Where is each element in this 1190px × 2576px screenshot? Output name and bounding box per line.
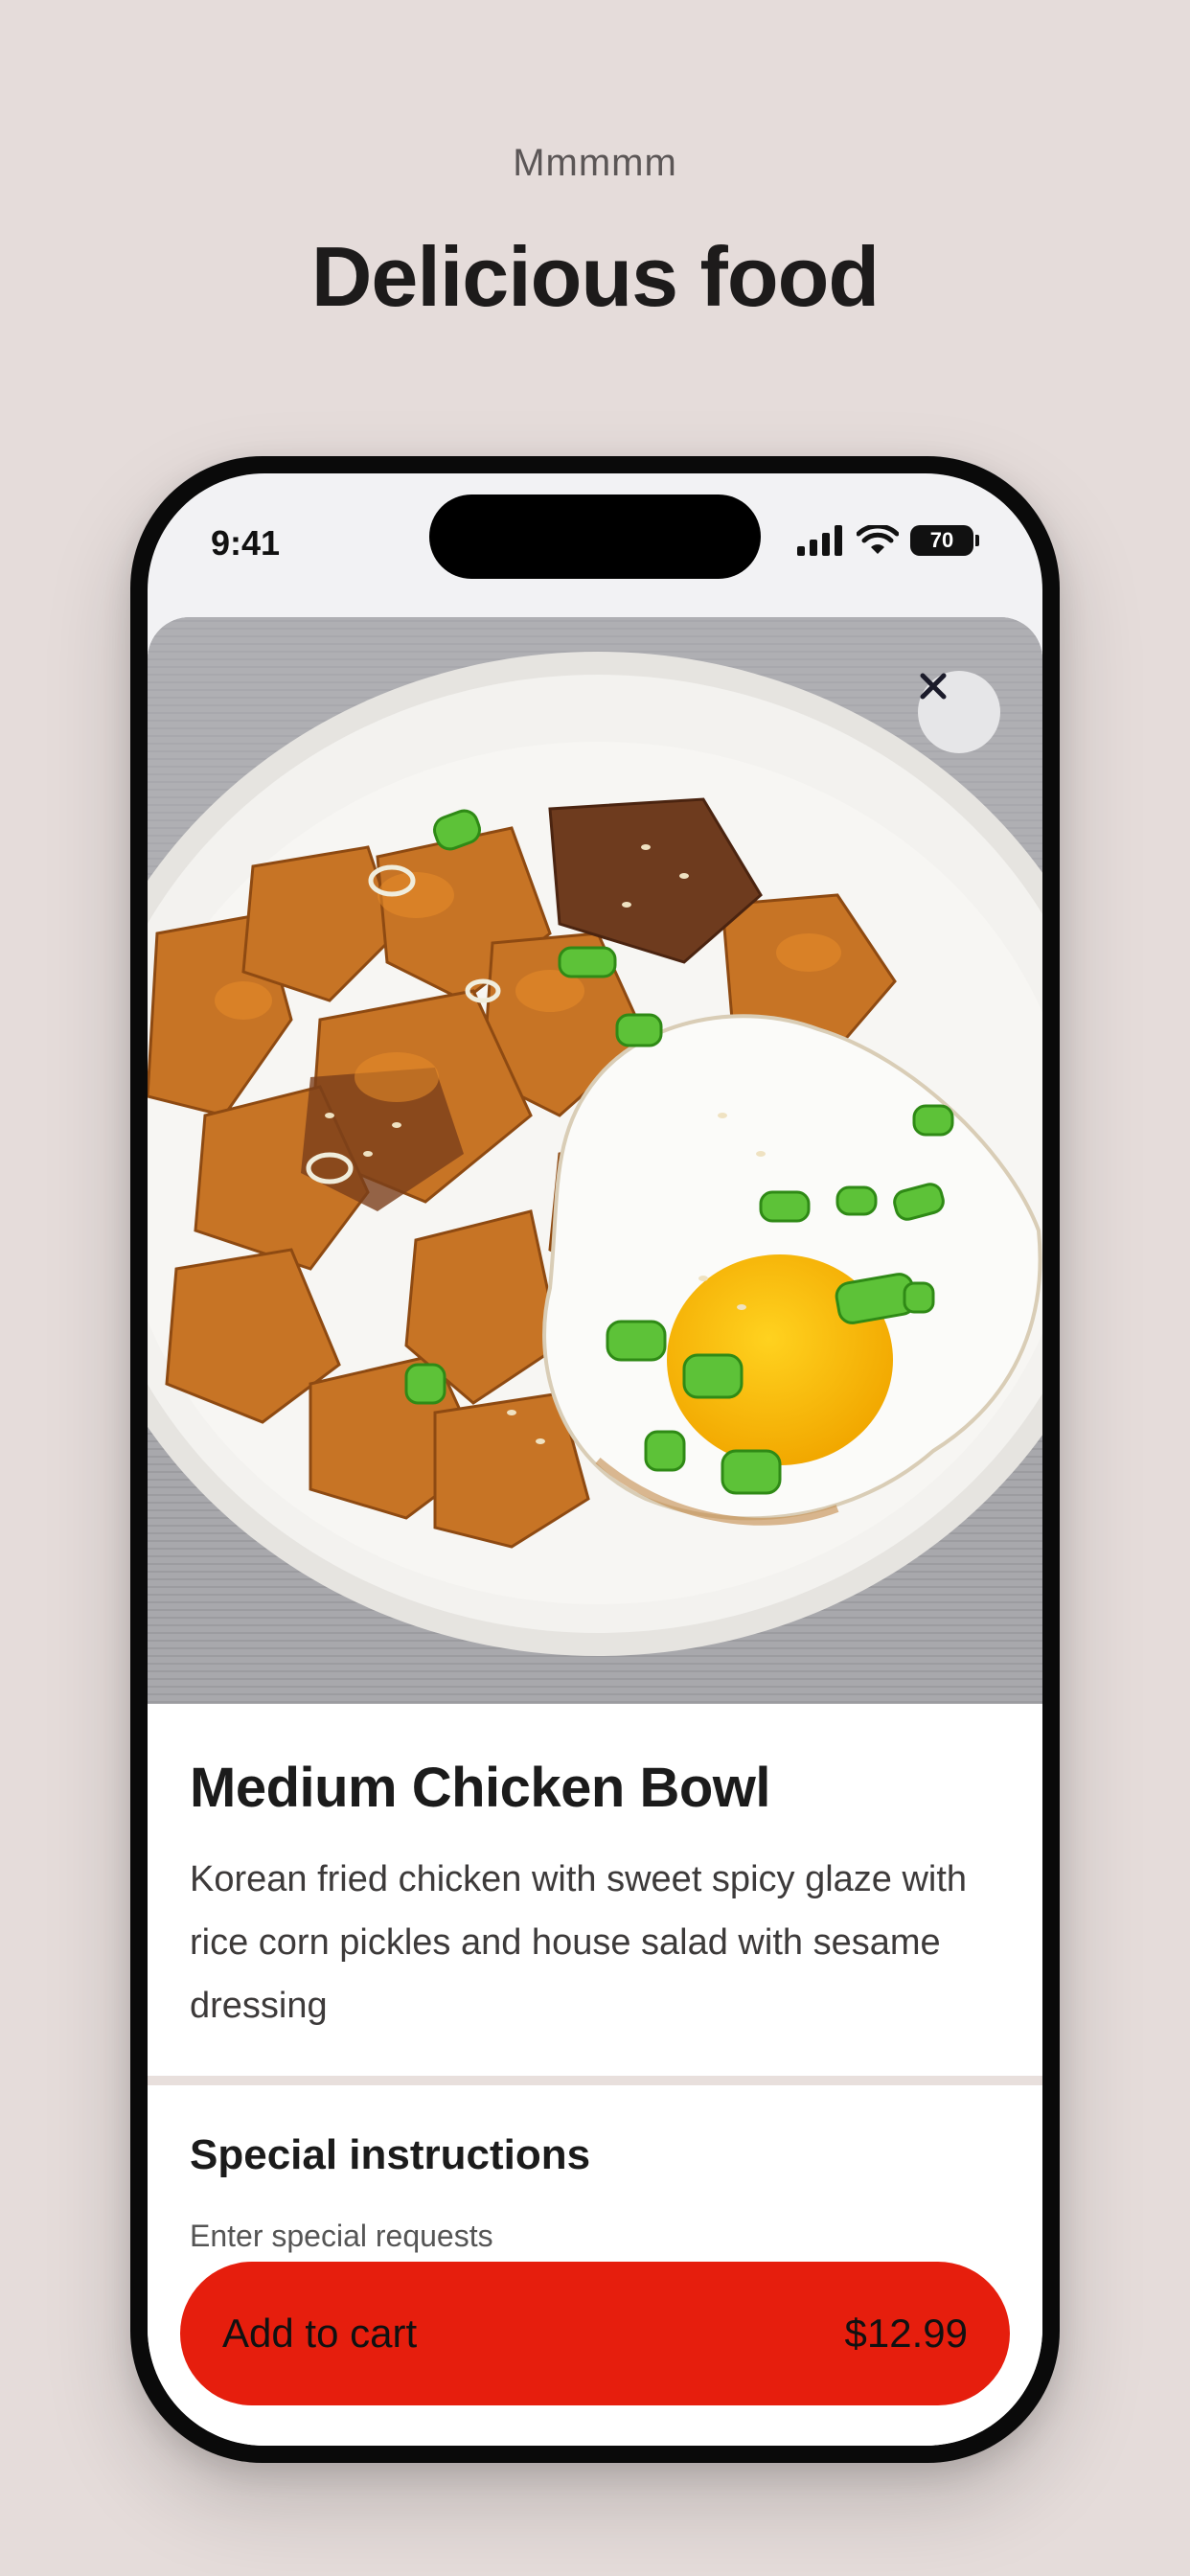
section-divider	[148, 2076, 1042, 2085]
item-title: Medium Chicken Bowl	[190, 1757, 771, 1819]
food-photo	[148, 617, 1042, 1704]
battery-icon: 70	[910, 525, 979, 556]
page: Mmmmm Delicious food 9:41 70 Medium Chic…	[0, 0, 1190, 2576]
status-bar: 9:41 70	[148, 473, 1042, 617]
item-sheet: Medium Chicken Bowl Korean fried chicken…	[148, 617, 1042, 2446]
page-headline: Delicious food	[310, 229, 880, 324]
special-instructions-input[interactable]	[190, 2212, 1000, 2260]
battery-cap	[975, 535, 979, 546]
close-button[interactable]	[918, 671, 1000, 753]
eyebrow-text: Mmmmm	[513, 142, 677, 184]
wifi-icon	[857, 525, 899, 554]
item-description: Korean fried chicken with sweet spicy gl…	[190, 1859, 968, 2026]
status-icons: 70	[797, 525, 979, 556]
close-icon	[920, 673, 947, 700]
status-time: 9:41	[211, 523, 281, 563]
food-illustration	[148, 617, 1042, 1704]
phone-frame: 9:41 70 Medium Chicken Bowl Korean fried…	[130, 456, 1060, 2463]
cart-price: $12.99	[844, 2311, 968, 2356]
special-instructions-title: Special instructions	[190, 2131, 591, 2178]
add-to-cart-label: Add to cart	[222, 2311, 418, 2356]
phone-screen: 9:41 70 Medium Chicken Bowl Korean fried…	[148, 473, 1042, 2446]
signal-icon	[797, 525, 842, 556]
battery-level: 70	[910, 525, 973, 556]
add-to-cart-button[interactable]: Add to cart $12.99	[180, 2262, 1010, 2405]
dynamic-island	[429, 494, 761, 579]
